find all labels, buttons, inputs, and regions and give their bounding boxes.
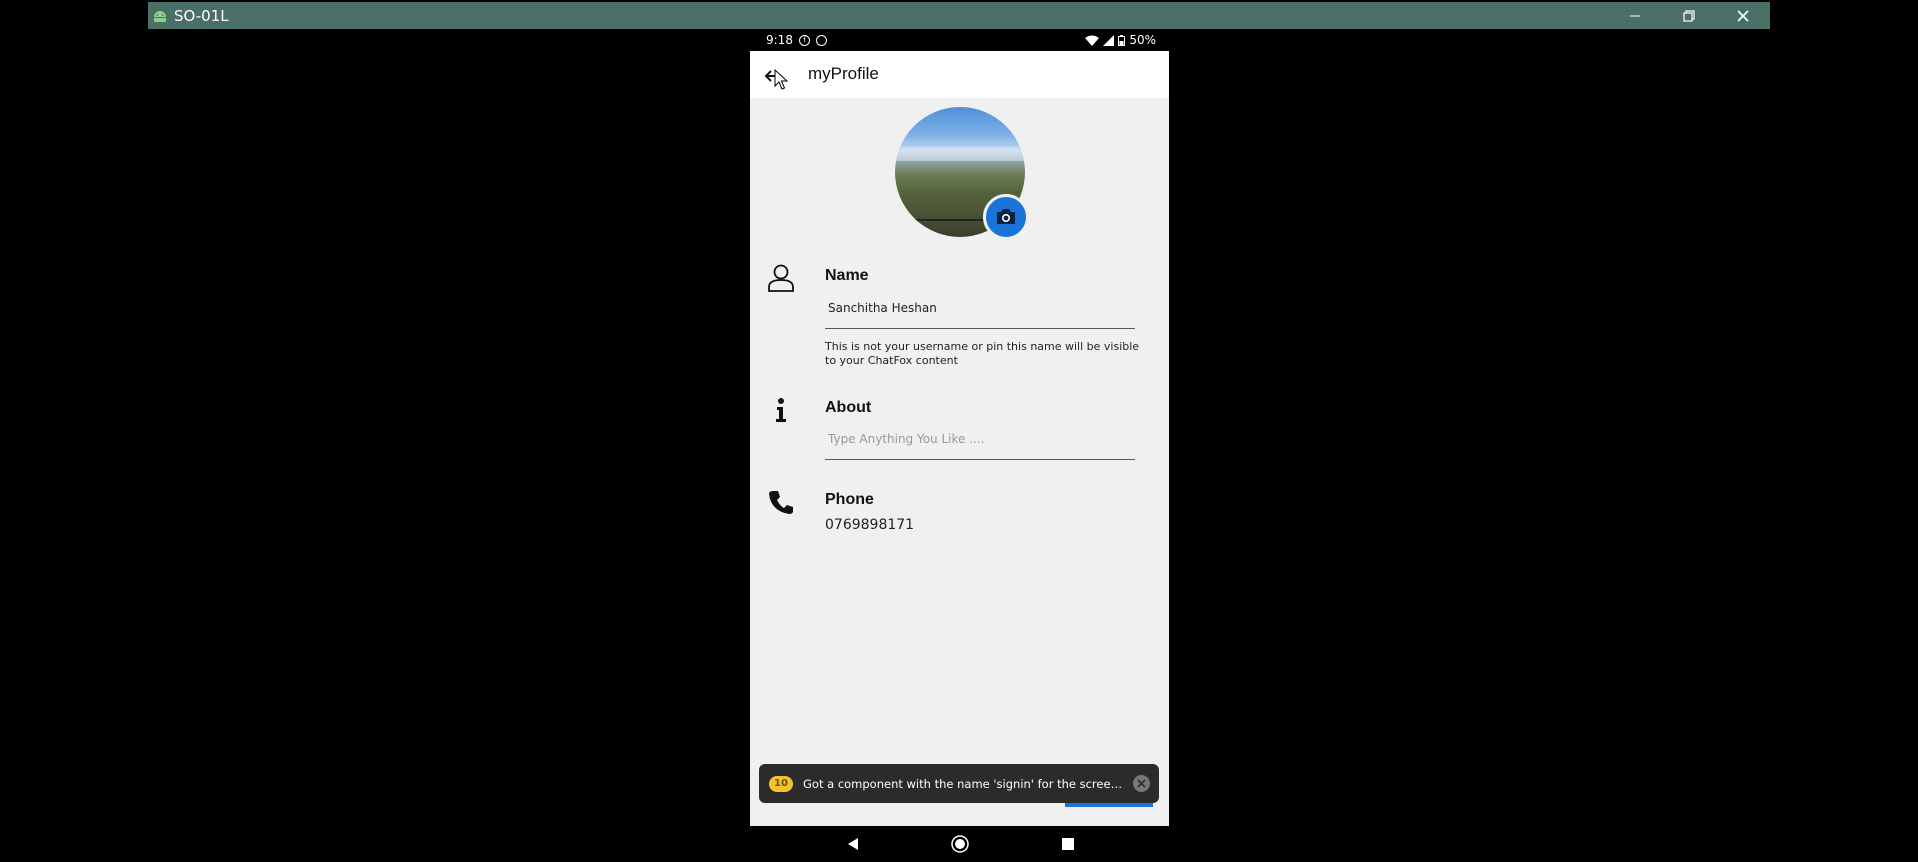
toast-message: Got a component with the name 'signin' f… bbox=[803, 776, 1123, 791]
nav-back-button[interactable] bbox=[842, 834, 864, 854]
change-photo-button[interactable] bbox=[983, 194, 1029, 240]
restore-icon bbox=[1683, 9, 1695, 22]
home-circle-icon bbox=[951, 835, 969, 853]
warning-toast[interactable]: 10 Got a component with the name 'signin… bbox=[759, 764, 1159, 803]
phone-icon bbox=[766, 487, 796, 517]
person-icon bbox=[766, 263, 796, 293]
minimize-icon bbox=[1630, 15, 1640, 16]
signal-icon bbox=[1103, 34, 1115, 46]
window-title: SO-01L bbox=[174, 6, 229, 25]
name-underline bbox=[825, 328, 1135, 329]
avatar-horizon bbox=[895, 147, 1025, 161]
toast-count-badge: 10 bbox=[769, 775, 793, 792]
battery-level: 50% bbox=[1129, 33, 1156, 47]
close-window-button[interactable] bbox=[1716, 2, 1770, 29]
name-label: Name bbox=[825, 267, 869, 284]
nav-recents-button[interactable] bbox=[1057, 834, 1079, 854]
hidden-action-button[interactable] bbox=[1065, 803, 1153, 807]
about-input[interactable] bbox=[825, 426, 1141, 452]
info-icon bbox=[766, 395, 796, 425]
navigation-bar bbox=[750, 826, 1169, 862]
about-underline bbox=[825, 459, 1135, 460]
app-bar: myProfile bbox=[750, 51, 1169, 98]
restore-button[interactable] bbox=[1662, 2, 1716, 29]
android-icon bbox=[152, 8, 168, 24]
facebook-icon: f bbox=[798, 34, 810, 46]
emulator-titlebar: SO-01L bbox=[148, 2, 1770, 29]
wifi-icon bbox=[1085, 35, 1100, 46]
status-bar: 9:18 f 50% bbox=[750, 29, 1170, 51]
minimize-button[interactable] bbox=[1608, 2, 1662, 29]
status-time: 9:18 bbox=[766, 33, 793, 47]
square-recents-icon bbox=[1062, 838, 1074, 850]
profile-screen: myProfile Name Sanchitha Heshan This is … bbox=[750, 51, 1169, 826]
name-help-text: This is not your username or pin this na… bbox=[825, 340, 1140, 367]
triangle-back-icon bbox=[848, 838, 858, 850]
page-title: myProfile bbox=[808, 64, 879, 83]
phone-value: 0769898171 bbox=[825, 517, 915, 533]
toast-close-button[interactable] bbox=[1133, 775, 1150, 792]
name-field[interactable]: Sanchitha Heshan bbox=[828, 301, 937, 315]
about-label: About bbox=[825, 399, 872, 416]
battery-icon bbox=[1118, 34, 1126, 46]
close-icon bbox=[1137, 779, 1146, 788]
phone-label: Phone bbox=[825, 491, 874, 508]
nav-home-button[interactable] bbox=[949, 834, 971, 854]
mouse-cursor-icon bbox=[774, 69, 788, 90]
close-icon bbox=[1737, 9, 1749, 22]
messenger-icon bbox=[815, 34, 827, 46]
camera-icon bbox=[997, 209, 1015, 224]
